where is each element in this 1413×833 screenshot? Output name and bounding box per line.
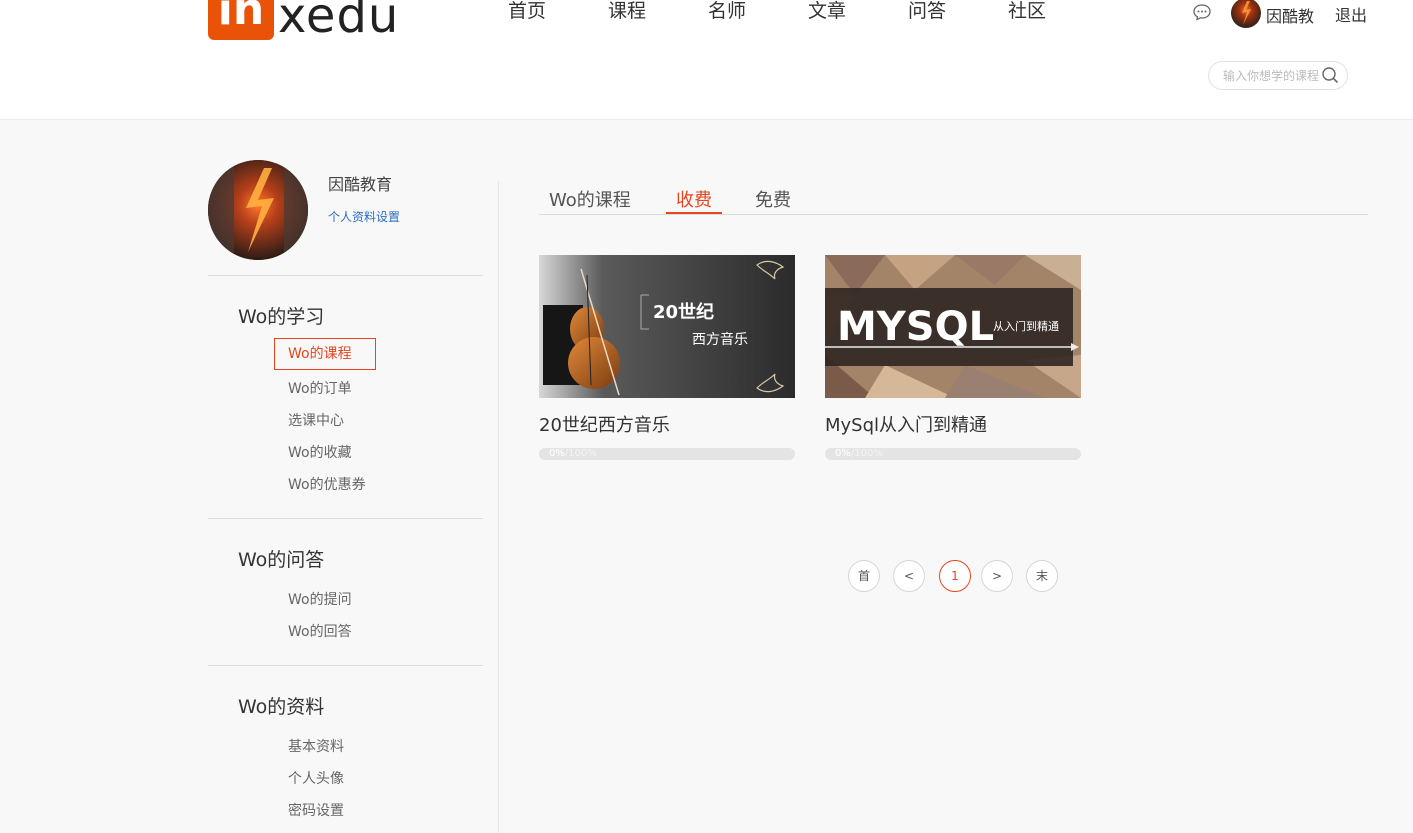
pager-prev[interactable]: <: [893, 560, 925, 592]
pager-last[interactable]: 末: [1026, 560, 1058, 592]
content-separator: [498, 181, 499, 833]
thumb-text-2: 西方音乐: [692, 331, 748, 348]
sidebar-item-course-center[interactable]: 选课中心: [288, 410, 344, 430]
main-nav: 首页 课程 名师 文章 问答 社区: [508, 0, 1108, 22]
sidebar-divider: [208, 665, 483, 666]
course-thumbnail[interactable]: 20世纪 西方音乐: [539, 255, 795, 398]
nav-articles[interactable]: 文章: [808, 0, 908, 22]
logo-text: xedu: [278, 0, 400, 44]
sidebar-divider: [208, 275, 483, 276]
profile-avatar[interactable]: [208, 160, 308, 260]
nav-home[interactable]: 首页: [508, 0, 608, 22]
profile-settings-link[interactable]: 个人资料设置: [328, 208, 400, 225]
sidebar-item-password[interactable]: 密码设置: [288, 800, 344, 820]
progress-percent: 0%: [835, 448, 851, 459]
progress-total: /100%: [564, 448, 597, 459]
section-title-qa: Wo的问答: [238, 549, 325, 571]
section-title-profile: Wo的资料: [238, 696, 325, 718]
sidebar-item-my-answers[interactable]: Wo的回答: [288, 621, 352, 641]
site-logo[interactable]: in xedu: [208, 0, 399, 40]
nav-qa[interactable]: 问答: [908, 0, 1008, 22]
course-progress-bar: 0%/100%: [539, 448, 795, 460]
course-progress-bar: 0%/100%: [825, 448, 1081, 460]
thumb-text-1: MYSQL: [837, 304, 994, 350]
sidebar-item-my-favorites[interactable]: Wo的收藏: [288, 442, 352, 462]
progress-total: /100%: [850, 448, 883, 459]
site-header: in xedu 首页 课程 名师 文章 问答 社区 因酷教 退出: [0, 0, 1413, 120]
header-username[interactable]: 因酷教: [1266, 3, 1314, 27]
message-icon[interactable]: [1192, 3, 1212, 21]
search-icon[interactable]: [1321, 66, 1339, 84]
sidebar-item-my-coupons[interactable]: Wo的优惠券: [288, 474, 366, 494]
sidebar-item-avatar[interactable]: 个人头像: [288, 768, 344, 788]
tab-rule: [539, 214, 1368, 215]
logo-mark: in: [208, 0, 274, 40]
tab-my-courses[interactable]: Wo的课程: [549, 186, 631, 212]
sidebar-item-my-courses[interactable]: Wo的课程: [274, 338, 376, 370]
sidebar-item-basic-info[interactable]: 基本资料: [288, 736, 344, 756]
pager-page-1[interactable]: 1: [939, 560, 971, 592]
header-avatar[interactable]: [1231, 0, 1261, 28]
pager-first[interactable]: 首: [848, 560, 880, 592]
sidebar-item-my-questions[interactable]: Wo的提问: [288, 589, 352, 609]
search-input[interactable]: [1223, 62, 1333, 89]
course-title[interactable]: MySql从入门到精通: [825, 411, 987, 437]
section-title-learning: Wo的学习: [238, 306, 325, 328]
nav-teachers[interactable]: 名师: [708, 0, 808, 22]
profile-name: 因酷教育: [328, 175, 393, 194]
tab-free[interactable]: 免费: [755, 186, 791, 212]
logout-link[interactable]: 退出: [1335, 2, 1367, 26]
sidebar-item-my-orders[interactable]: Wo的订单: [288, 378, 352, 398]
thumb-text-1: 20世纪: [653, 301, 714, 323]
course-title[interactable]: 20世纪西方音乐: [539, 411, 670, 437]
sidebar-divider: [208, 518, 483, 519]
nav-community[interactable]: 社区: [1008, 0, 1108, 22]
pager-next[interactable]: >: [981, 560, 1013, 592]
course-thumbnail[interactable]: MYSQL 从入门到精通: [825, 255, 1081, 398]
thumb-text-2: 从入门到精通: [993, 319, 1059, 333]
progress-percent: 0%: [549, 448, 565, 459]
active-tab-indicator: [666, 212, 722, 214]
tab-paid[interactable]: 收费: [676, 186, 712, 212]
search-box: [1208, 61, 1348, 90]
nav-courses[interactable]: 课程: [608, 0, 708, 22]
